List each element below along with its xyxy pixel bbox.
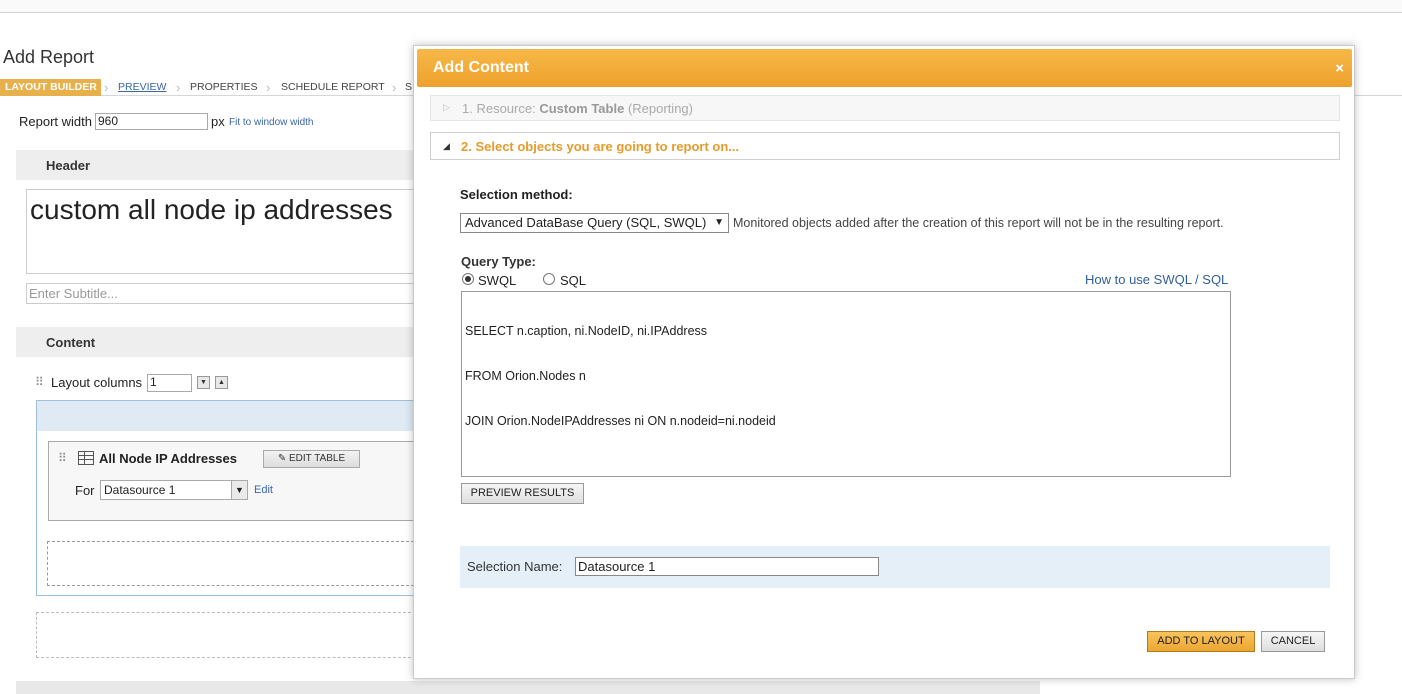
layout-columns-input[interactable]: 1 — [147, 374, 192, 392]
query-line: JOIN Orion.NodeIPAddresses ni ON n.nodei… — [465, 414, 776, 428]
table-icon — [78, 451, 94, 465]
chevron-up-icon[interactable]: ▲ — [215, 376, 228, 389]
chevron-right-icon: › — [104, 80, 109, 95]
step-resource[interactable]: ▷ 1. Resource: Custom Table (Reporting) — [430, 95, 1340, 121]
chevron-right-icon: › — [266, 80, 271, 95]
chevron-right-icon: › — [392, 80, 397, 95]
query-type-label: Query Type: — [461, 254, 536, 269]
subtitle-input[interactable]: Enter Subtitle... — [26, 283, 416, 304]
drop-zone[interactable] — [36, 612, 416, 658]
content-section-bar: Content — [16, 327, 416, 357]
selection-method-value: Advanced DataBase Query (SQL, SWQL) — [465, 215, 707, 230]
chevron-down-icon: ▼ — [231, 481, 247, 499]
footer-section-bar — [16, 681, 1040, 694]
layout-column: ⠿ All Node IP Addresses ✎ EDIT TABLE For… — [36, 400, 419, 596]
radio-swql-label: SWQL — [478, 273, 517, 288]
dialog-title: Add Content — [433, 59, 529, 76]
chevron-down-icon[interactable]: ▼ — [197, 376, 210, 389]
howto-swql-sql-link[interactable]: How to use SWQL / SQL — [1085, 272, 1228, 287]
query-textarea[interactable]: SELECT n.caption, ni.NodeID, ni.IPAddres… — [461, 291, 1231, 477]
header-title-field[interactable]: custom all node ip addresses — [26, 189, 416, 274]
datasource-select[interactable]: Datasource 1 ▼ — [100, 480, 248, 500]
drag-handle-icon[interactable]: ⠿ — [58, 451, 67, 465]
report-width-unit: px — [211, 114, 225, 129]
page-title: Add Report — [3, 47, 95, 67]
for-label: For — [75, 483, 95, 498]
radio-swql[interactable] — [462, 273, 474, 285]
query-line: SELECT n.caption, ni.NodeID, ni.IPAddres… — [465, 324, 708, 338]
radio-sql[interactable] — [543, 273, 555, 285]
crumb-preview[interactable]: PREVIEW — [118, 79, 166, 96]
header-section-label: Header — [46, 158, 91, 173]
selection-name-label: Selection Name: — [467, 559, 563, 574]
datasource-edit-link[interactable]: Edit — [254, 484, 273, 496]
report-width-input[interactable]: 960 — [95, 113, 208, 130]
step-select-objects-label: 2. Select objects you are going to repor… — [461, 139, 740, 154]
cancel-button[interactable]: CANCEL — [1261, 631, 1325, 652]
content-section-label: Content — [46, 335, 96, 350]
selection-name-input[interactable]: Datasource 1 — [575, 557, 879, 576]
add-content-dialog: Add Content × ▷ 1. Resource: Custom Tabl… — [413, 45, 1355, 679]
dialog-title-bar: Add Content × — [417, 49, 1352, 87]
table-title: All Node IP Addresses — [99, 451, 237, 466]
selection-name-bar: Selection Name: Datasource 1 — [460, 546, 1330, 588]
add-to-layout-button[interactable]: ADD TO LAYOUT — [1147, 631, 1255, 652]
datasource-value: Datasource 1 — [104, 483, 176, 497]
drop-zone[interactable] — [47, 541, 419, 586]
close-icon[interactable]: × — [1335, 60, 1344, 77]
step-select-objects[interactable]: ◢ 2. Select objects you are going to rep… — [430, 132, 1340, 160]
crumb-next[interactable]: S — [405, 79, 412, 96]
crumb-layout-builder[interactable]: LAYOUT BUILDER — [0, 79, 101, 96]
selection-method-label: Selection method: — [460, 187, 573, 202]
report-width-label: Report width — [19, 114, 92, 129]
top-strip — [0, 0, 1402, 13]
pencil-icon: ✎ — [277, 453, 287, 464]
header-title-text: custom all node ip addresses — [30, 194, 393, 225]
step-resource-suffix: (Reporting) — [627, 101, 693, 116]
step-resource-prefix: 1. Resource: — [462, 101, 536, 116]
fit-to-window-link[interactable]: Fit to window width — [229, 117, 313, 128]
header-section-bar: Header — [16, 150, 416, 180]
edit-table-label: EDIT TABLE — [289, 453, 346, 464]
chevron-down-icon: ▼ — [714, 217, 724, 228]
drag-handle-icon[interactable]: ⠿ — [35, 375, 44, 389]
layout-column-header — [37, 401, 415, 431]
step-resource-value: Custom Table — [539, 101, 625, 116]
crumb-properties[interactable]: PROPERTIES — [190, 79, 258, 96]
radio-sql-label: SQL — [560, 273, 587, 288]
edit-table-button[interactable]: ✎ EDIT TABLE — [263, 450, 360, 468]
selection-note: Monitored objects added after the creati… — [733, 216, 1224, 230]
selection-method-select[interactable]: Advanced DataBase Query (SQL, SWQL) ▼ — [460, 213, 729, 233]
triangle-down-icon: ◢ — [443, 141, 450, 151]
query-line: FROM Orion.Nodes n — [465, 369, 586, 383]
chevron-right-icon: › — [176, 80, 181, 95]
layout-columns-label: Layout columns — [51, 375, 143, 390]
crumb-schedule-report[interactable]: SCHEDULE REPORT — [281, 79, 385, 96]
step-resource-label: 1. Resource: Custom Table (Reporting) — [462, 101, 693, 116]
table-resource-box: ⠿ All Node IP Addresses ✎ EDIT TABLE For… — [48, 441, 418, 521]
triangle-right-icon: ▷ — [443, 102, 450, 112]
preview-results-button[interactable]: PREVIEW RESULTS — [461, 483, 584, 504]
